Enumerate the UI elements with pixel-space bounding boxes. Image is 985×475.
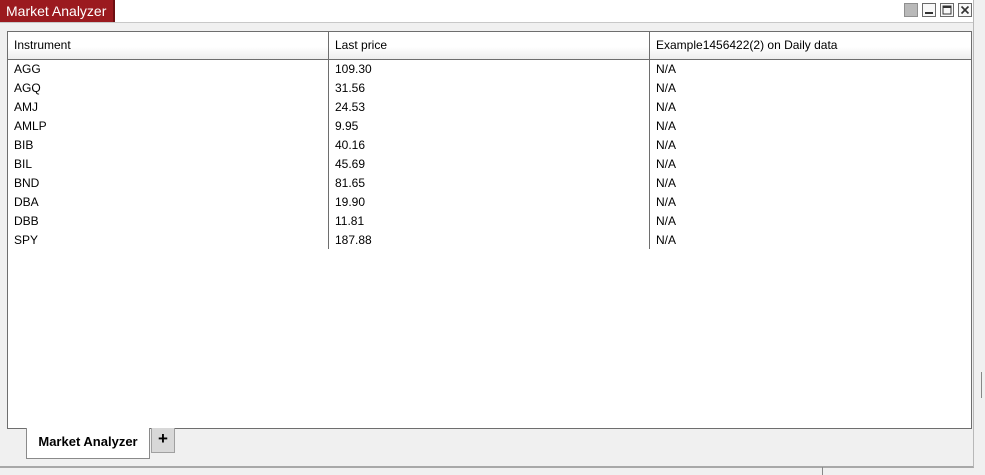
last-price-cell: 109.30 — [335, 62, 372, 76]
indicator-cell: N/A — [656, 81, 677, 95]
indicator-cell: N/A — [656, 62, 677, 76]
last-price-cell: 187.88 — [335, 233, 372, 247]
close-button[interactable] — [958, 3, 972, 17]
table-row[interactable]: DBA 19.90 N/A — [8, 193, 971, 212]
column-header-last-price[interactable]: Last price — [329, 32, 649, 59]
instrument-cell: DBB — [14, 214, 39, 228]
close-icon — [960, 5, 970, 15]
instrument-cell: AMLP — [14, 119, 47, 133]
minimize-button[interactable] — [922, 3, 936, 17]
instrument-cell: DBA — [14, 195, 39, 209]
table-row[interactable]: SPY 187.88 N/A — [8, 231, 971, 250]
table-row[interactable]: AMJ 24.53 N/A — [8, 98, 971, 117]
last-price-cell: 40.16 — [335, 138, 366, 152]
last-price-cell: 45.69 — [335, 157, 366, 171]
instrument-cell: SPY — [14, 233, 39, 247]
indicator-cell: N/A — [656, 233, 677, 247]
indicator-cell: N/A — [656, 195, 677, 209]
indicator-cell: N/A — [656, 138, 677, 152]
table-row[interactable]: BIB 40.16 N/A — [8, 136, 971, 155]
table-row[interactable]: BIL 45.69 N/A — [8, 155, 971, 174]
tab-market-analyzer[interactable]: Market Analyzer — [26, 428, 150, 459]
instrument-cell: BIL — [14, 157, 33, 171]
instrument-cell: AGG — [14, 62, 41, 76]
add-tab-button[interactable]: + — [151, 428, 175, 453]
indicator-cell: N/A — [656, 157, 677, 171]
instrument-cell: AMJ — [14, 100, 38, 114]
instrument-cell: AGQ — [14, 81, 41, 95]
table-row[interactable]: AGG 109.30 N/A — [8, 60, 971, 79]
table-row[interactable]: BND 81.65 N/A — [8, 174, 971, 193]
table-row[interactable]: DBB 11.81 N/A — [8, 212, 971, 231]
background-edge — [981, 372, 982, 398]
last-price-cell: 24.53 — [335, 100, 366, 114]
column-header-instrument[interactable]: Instrument — [8, 32, 328, 59]
minimize-icon — [925, 12, 933, 14]
table-row[interactable]: AGQ 31.56 N/A — [8, 79, 971, 98]
indicator-cell: N/A — [656, 100, 677, 114]
column-header-indicator[interactable]: Example1456422(2) on Daily data — [650, 32, 970, 59]
table-row[interactable]: AMLP 9.95 N/A — [8, 117, 971, 136]
market-analyzer-grid[interactable]: Instrument Last price Example1456422(2) … — [7, 31, 972, 429]
instrument-cell: BND — [14, 176, 40, 190]
background-edge — [822, 467, 823, 475]
maximize-button[interactable] — [940, 3, 954, 17]
last-price-cell: 19.90 — [335, 195, 366, 209]
indicator-cell: N/A — [656, 214, 677, 228]
indicator-cell: N/A — [656, 176, 677, 190]
instrument-cell: BIB — [14, 138, 34, 152]
market-analyzer-window: Market Analyzer Instrument Last price Ex… — [0, 0, 974, 468]
maximize-icon — [942, 5, 952, 15]
window-title: Market Analyzer — [0, 0, 116, 22]
title-bar[interactable]: Market Analyzer — [0, 0, 973, 23]
grid-header: Instrument Last price Example1456422(2) … — [8, 32, 971, 60]
gray-square-button[interactable] — [904, 3, 918, 17]
tab-strip: Market Analyzer + — [0, 428, 973, 466]
last-price-cell: 31.56 — [335, 81, 366, 95]
last-price-cell: 81.65 — [335, 176, 366, 190]
indicator-cell: N/A — [656, 119, 677, 133]
last-price-cell: 11.81 — [335, 214, 365, 228]
last-price-cell: 9.95 — [335, 119, 359, 133]
